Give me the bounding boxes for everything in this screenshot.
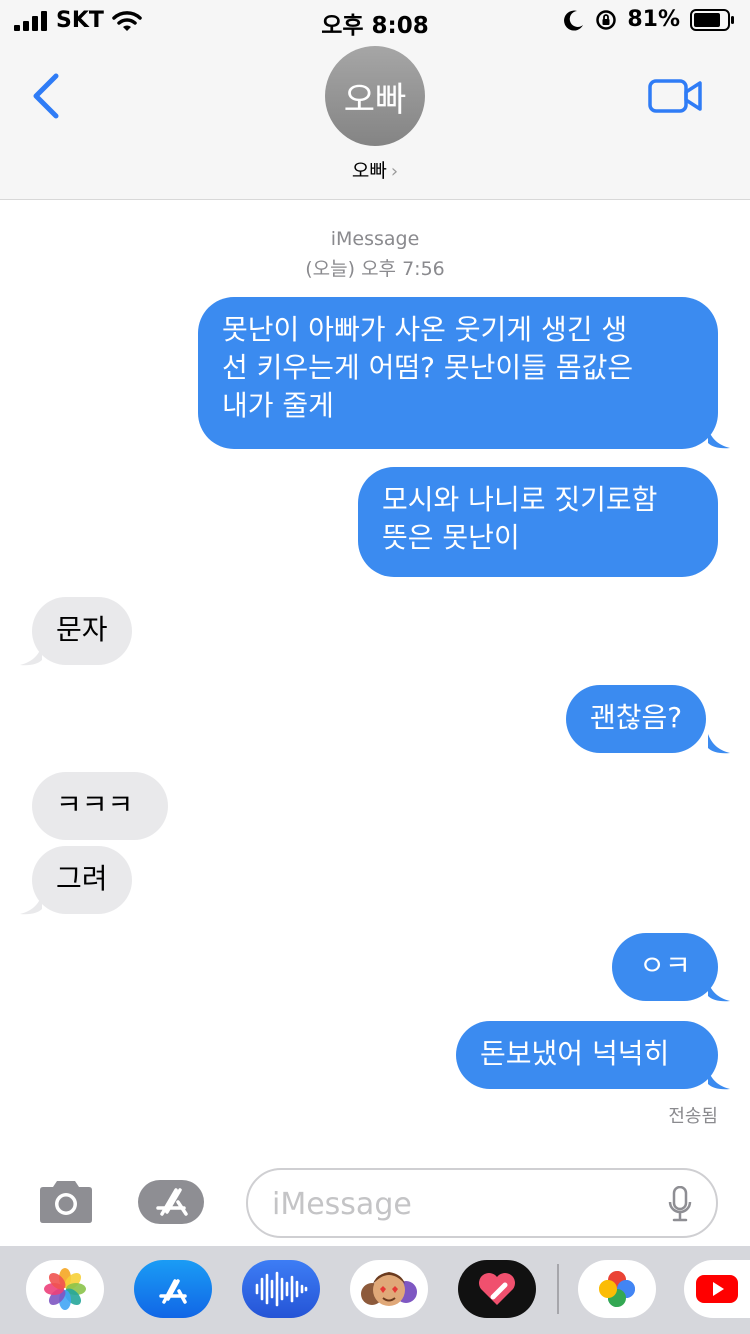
incoming-message-bubble[interactable]: 문자: [32, 597, 132, 665]
message-line: 뜻은 못난이: [382, 521, 520, 554]
bubble-tail: [20, 895, 42, 915]
app-store-drawer-button[interactable]: [138, 1178, 214, 1226]
message-line: 돈보냈어 넉넉히: [480, 1037, 670, 1070]
drawer-divider: [557, 1264, 559, 1314]
app-drawer: [0, 1246, 750, 1334]
outgoing-message-bubble[interactable]: 돈보냈어 넉넉히: [456, 1021, 718, 1089]
bubble-tail: [708, 982, 730, 1002]
facetime-video-button[interactable]: [646, 76, 706, 116]
delivered-status: 전송됨: [668, 1106, 718, 1127]
contact-name-button[interactable]: 오빠 ›: [0, 156, 750, 183]
camera-icon: [40, 1181, 92, 1223]
outgoing-message-bubble[interactable]: 모시와 나니로 짓기로함 뜻은 못난이: [358, 467, 718, 577]
google-photos-app-icon[interactable]: [578, 1260, 656, 1318]
message-input-container[interactable]: [246, 1168, 718, 1238]
app-store-app-icon[interactable]: [134, 1260, 212, 1318]
dictation-button[interactable]: [668, 1185, 692, 1222]
incoming-message-bubble[interactable]: 그려: [32, 846, 132, 914]
contact-avatar[interactable]: 오빠: [325, 46, 425, 146]
message-timestamp: (오늘) 오후 7:56: [305, 258, 445, 280]
outgoing-message-bubble[interactable]: 못난이 아빠가 사온 웃기게 생긴 생 선 키우는게 어떰? 못난이들 몸값은 …: [198, 297, 718, 449]
microphone-icon: [668, 1185, 692, 1222]
digital-touch-app-icon[interactable]: [458, 1260, 536, 1318]
camera-button[interactable]: [36, 1178, 96, 1226]
message-line: 모시와 나니로 짓기로함: [382, 483, 658, 516]
youtube-app-icon[interactable]: [684, 1260, 750, 1318]
bubble-tail: [708, 429, 730, 449]
incoming-message-bubble[interactable]: ㅋㅋㅋ: [32, 772, 168, 840]
chevron-left-icon: [33, 73, 59, 119]
message-line: 문자: [56, 613, 108, 646]
bubble-tail: [20, 646, 42, 666]
chevron-right-icon: ›: [390, 161, 399, 182]
audio-message-app-icon[interactable]: [242, 1260, 320, 1318]
message-line: 선 키우는게 어떰? 못난이들 몸값은: [222, 351, 634, 384]
moon-icon: [564, 10, 584, 31]
message-line: 괜찮음?: [590, 701, 683, 734]
battery-icon: [690, 8, 734, 31]
memoji-app-icon[interactable]: [350, 1260, 428, 1318]
back-button[interactable]: [28, 72, 68, 122]
battery-percent: 81%: [627, 7, 680, 32]
status-bar: SKT 오후 8:08 81%: [0, 0, 750, 40]
message-line: 내가 줄게: [222, 389, 334, 422]
message-line: 그려: [56, 862, 108, 895]
app-store-icon: [138, 1180, 204, 1224]
service-label: iMessage: [330, 228, 420, 250]
contact-name: 오빠: [351, 160, 387, 182]
bubble-tail: [708, 734, 730, 754]
message-line: 못난이 아빠가 사온 웃기게 생긴 생: [222, 313, 628, 346]
orientation-lock-icon: [596, 9, 617, 30]
message-input[interactable]: [272, 1184, 652, 1224]
bubble-tail: [708, 1070, 730, 1090]
message-line: ㅇㅋ: [639, 949, 691, 982]
video-camera-icon: [648, 79, 702, 113]
outgoing-message-bubble[interactable]: 괜찮음?: [566, 685, 707, 753]
message-line: ㅋㅋㅋ: [56, 788, 134, 821]
photos-app-icon[interactable]: [26, 1260, 104, 1318]
outgoing-message-bubble[interactable]: ㅇㅋ: [612, 933, 718, 1001]
